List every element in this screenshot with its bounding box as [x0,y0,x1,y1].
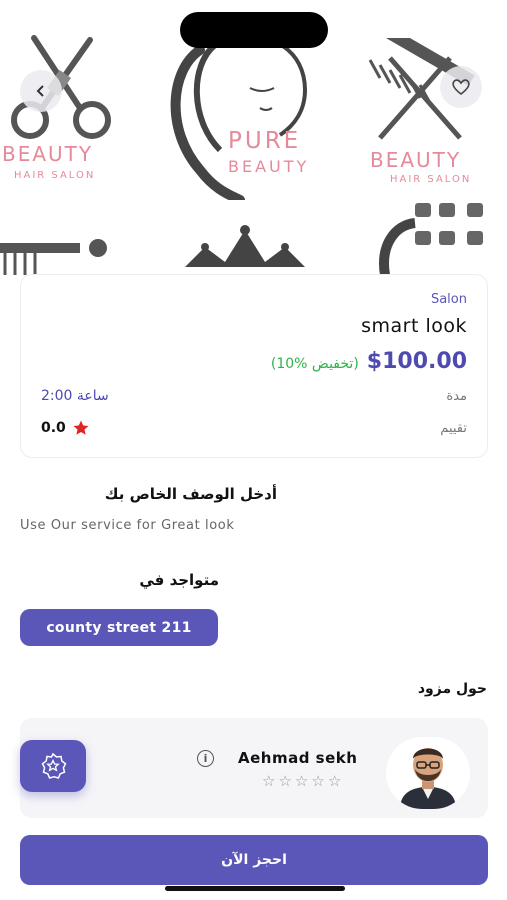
service-price: $100.00 [366,349,467,374]
book-now-button[interactable]: احجز الآن [20,835,488,885]
star-badge-icon [41,752,67,779]
camera-notch [180,12,328,48]
rating-value: 0.0 [41,420,66,436]
logo-sub-text: HAIR SALON [14,170,96,181]
rating-label: تقييم [440,421,467,436]
crown-icon [185,225,305,267]
service-info-card: Salon smart look (10% تخفيض) $100.00 مدة… [20,274,488,458]
logo-sub-text: BEAUTY [228,157,310,176]
location-heading: متواجد في [139,571,219,589]
provider-avatar[interactable] [386,737,470,809]
price-row: (10% تخفيض) $100.00 [271,349,467,374]
logo-brand-text: BEAUTY [370,148,462,172]
service-title: smart look [361,315,467,337]
back-button[interactable] [20,70,62,112]
star-outline-icon: ☆ [327,772,342,790]
info-icon[interactable]: i [197,750,214,767]
star-outline-icon: ☆ [262,772,276,790]
star-outline-icon: ☆ [294,772,309,790]
home-indicator [165,886,345,891]
description-body: Use Our service for Great look [20,518,235,533]
duration-value: 2:00 ساعة [41,388,109,404]
star-outline-icon: ☆ [311,772,325,790]
logo-brand-text: BEAUTY [2,142,94,166]
rating-value-group: 0.0 [41,419,90,437]
logo-brand-text: PURE [228,128,302,154]
description-heading: أدخل الوصف الخاص بك [104,485,277,503]
heart-icon [452,79,470,96]
logo-beauty-hair-salon-left: BEAUTY HAIR SALON [0,20,125,190]
logo-icons-grid-partial [375,195,507,280]
duration-label: مدة [446,389,467,404]
service-category: Salon [430,292,467,307]
favorite-button[interactable] [440,66,482,108]
provider-favorite-button[interactable] [20,740,86,792]
logo-pure-beauty: PURE BEAUTY [160,30,330,205]
hair-icons-grid [379,203,483,276]
scissors-icon [11,35,111,139]
provider-rating-stars: ☆ ☆ ☆ ☆ ☆ [262,772,341,790]
logo-beauty-hair-salon-right: BEAUTY HAIR SALON [350,12,507,193]
logo-sub-text: HAIR SALON [390,174,472,185]
avatar-illustration [400,748,456,809]
location-chip[interactable]: county street 211 [20,609,218,646]
provider-name[interactable]: Aehmad sekh [238,749,357,767]
provider-heading: حول مزود [417,681,487,697]
back-icon [36,85,44,97]
hero-image-collage: BEAUTY HAIR SALON PURE BEAUTY BEAUTY HAI… [0,0,507,300]
star-outline-icon: ☆ [278,772,292,790]
logo-crown-partial [180,222,310,282]
discount-badge: (10% تخفيض) [270,356,359,372]
star-icon [73,420,89,435]
